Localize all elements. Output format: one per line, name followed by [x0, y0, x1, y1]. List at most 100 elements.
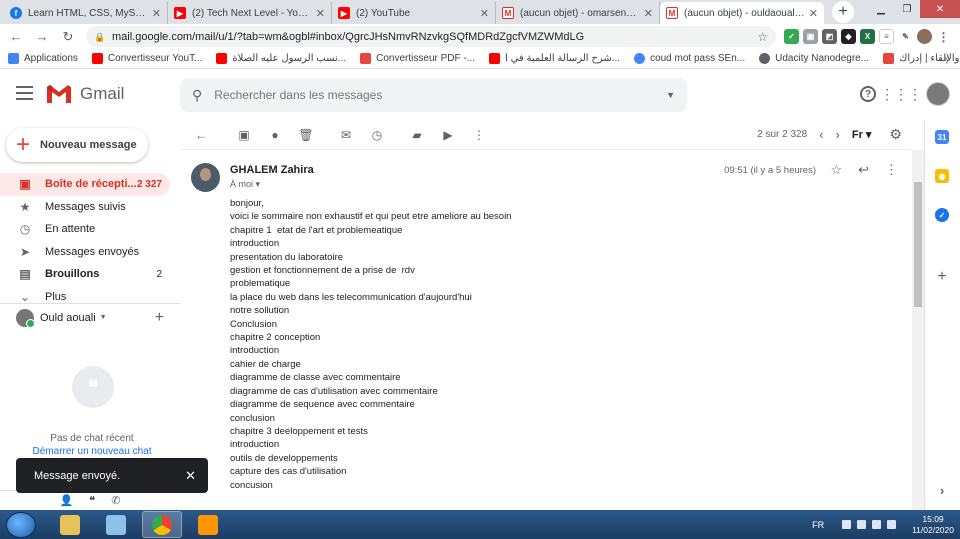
close-icon[interactable]: ✕	[809, 7, 818, 20]
profile-avatar[interactable]	[917, 29, 932, 44]
message-scrollbar[interactable]	[912, 150, 924, 510]
extension-icon[interactable]: ✓	[784, 29, 799, 44]
extension-icon[interactable]: ✎	[898, 29, 913, 44]
bookmark-item[interactable]: Udacity Nanodegre...	[759, 53, 869, 64]
report-spam-icon[interactable]: ●	[266, 126, 284, 144]
clock[interactable]: 15:09 11/02/2020	[912, 514, 954, 536]
extension-icon[interactable]: X	[860, 29, 875, 44]
maximize-icon[interactable]: ❐	[894, 0, 920, 18]
network-icon[interactable]	[857, 520, 867, 529]
bookmark-item[interactable]: نسب الرسول عليه الصلاة...	[216, 53, 346, 64]
bookmark-label: نسب الرسول عليه الصلاة...	[232, 53, 347, 64]
taskbar-chrome[interactable]	[142, 511, 182, 538]
start-button[interactable]	[6, 511, 36, 538]
flag-icon[interactable]	[842, 520, 852, 529]
hangouts-icon[interactable]: ❝	[89, 494, 95, 507]
extension-icon[interactable]: ◩	[822, 29, 837, 44]
bookmark-item[interactable]: Convertisseur PDF -...	[360, 53, 475, 64]
sidebar-item-starred[interactable]: ★ Messages suivis	[0, 196, 170, 219]
message-line: voici le sommaire non exhaustif et qui p…	[230, 211, 512, 223]
settings-gear-icon[interactable]: ⚙	[889, 126, 902, 143]
sender-name[interactable]: GHALEM Zahira	[230, 164, 314, 176]
star-icon[interactable]: ☆	[830, 162, 842, 178]
browser-tab-active[interactable]: M (aucun objet) - ouldaouali.aek@... ✕	[660, 2, 824, 24]
sidebar-item-drafts[interactable]: ▤ Brouillons 2	[0, 263, 170, 286]
reply-icon[interactable]: ↩	[858, 162, 869, 178]
hangouts-user[interactable]: Ould aouali ▼ +	[0, 303, 180, 331]
bookmark-item[interactable]: Convertisseur YouT...	[91, 53, 202, 64]
chevron-left-icon[interactable]: ‹	[819, 127, 823, 142]
main-menu-icon[interactable]	[16, 86, 33, 104]
taskbar-explorer[interactable]	[50, 511, 90, 538]
more-options-icon[interactable]: ⋮	[885, 162, 898, 178]
close-icon[interactable]: ✕	[316, 7, 325, 20]
reload-icon[interactable]: ↻	[58, 29, 78, 45]
browser-tab[interactable]: ▶ (2) Tech Next Level - YouTube ✕	[168, 2, 332, 24]
sidebar-item-snoozed[interactable]: ◷ En attente	[0, 218, 170, 241]
search-options-icon[interactable]: ▼	[666, 90, 675, 100]
bookmark-label: Applications	[24, 53, 78, 64]
bookmark-item[interactable]: شرح الرسالة العلمية في ا...	[489, 53, 620, 64]
search-input[interactable]	[214, 88, 667, 102]
search-icon[interactable]: ⚲	[192, 87, 202, 104]
move-to-icon[interactable]: ▰	[408, 126, 426, 144]
chevron-right-icon[interactable]: ›	[836, 127, 840, 142]
extension-icon[interactable]: ≡	[879, 29, 894, 44]
input-tools-language[interactable]: Fr ▾	[852, 128, 872, 141]
account-avatar[interactable]	[926, 82, 950, 106]
apps-grid-icon[interactable]: ⋮⋮⋮	[880, 83, 922, 105]
bookmarks-overflow-icon[interactable]: »	[944, 53, 950, 65]
window-close-icon[interactable]: ✕	[920, 0, 960, 18]
minimize-icon[interactable]: ▁	[868, 0, 894, 18]
extension-icon[interactable]: ▣	[803, 29, 818, 44]
sidebar-item-sent[interactable]: ➤ Messages envoyés	[0, 241, 170, 264]
tasks-icon[interactable]: ✓	[935, 208, 949, 222]
keyboard-language[interactable]: FR	[812, 520, 824, 530]
taskbar-media[interactable]	[96, 511, 136, 538]
bookmark-star-icon[interactable]: ☆	[757, 30, 768, 44]
address-bar[interactable]: 🔒 mail.google.com/mail/u/1/?tab=wm&ogbl#…	[86, 26, 776, 47]
recipient-toggle[interactable]: À moi ▾	[230, 179, 260, 190]
phone-icon[interactable]: ✆	[111, 494, 120, 507]
menu-icon[interactable]: ⋮	[936, 29, 951, 44]
browser-tab[interactable]: ▶ (2) YouTube ✕	[332, 2, 496, 24]
taskbar-sublime[interactable]	[188, 511, 228, 538]
delete-icon[interactable]: 🗑	[297, 126, 315, 144]
help-icon[interactable]: ?	[860, 86, 876, 102]
message-line: cahier de charge	[230, 358, 301, 370]
close-icon[interactable]: ✕	[644, 7, 653, 20]
calendar-icon[interactable]: 31	[935, 130, 949, 144]
add-addon-icon[interactable]: +	[935, 268, 949, 285]
person-icon[interactable]: 👤	[60, 494, 74, 507]
chevron-right-icon[interactable]: ›	[935, 483, 949, 498]
keep-icon[interactable]: ◉	[935, 169, 949, 183]
back-to-inbox-icon[interactable]: ←	[192, 126, 210, 144]
more-icon[interactable]: ⋮	[470, 126, 488, 144]
sender-avatar[interactable]	[191, 163, 220, 192]
close-icon[interactable]: ✕	[152, 7, 161, 20]
mark-unread-icon[interactable]: ✉	[337, 126, 355, 144]
back-icon[interactable]: ←	[6, 29, 26, 44]
label-icon[interactable]: ▶	[439, 126, 457, 144]
youtube-icon	[216, 53, 228, 64]
archive-icon[interactable]: ▣	[235, 126, 253, 144]
battery-icon[interactable]	[887, 520, 897, 529]
scrollbar-thumb[interactable]	[914, 182, 922, 307]
new-tab-button[interactable]: +	[832, 1, 854, 23]
compose-button[interactable]: + Nouveau message	[6, 128, 148, 162]
sidebar-item-inbox[interactable]: ▣ Boîte de récepti... 2 327	[0, 173, 170, 196]
gmail-logo[interactable]: Gmail	[46, 84, 124, 104]
search-bar[interactable]: ⚲ ▼	[180, 78, 687, 112]
extension-icon[interactable]: ◆	[841, 29, 856, 44]
volume-icon[interactable]	[872, 520, 882, 529]
bookmark-item[interactable]: Applications	[8, 53, 78, 64]
bookmark-item[interactable]: coud mot pass SEn...	[634, 53, 745, 64]
browser-tab[interactable]: M (aucun objet) - omarsen6@gma... ✕	[496, 2, 660, 24]
snooze-icon[interactable]: ◷	[368, 126, 386, 144]
browser-tab[interactable]: f Learn HTML, CSS, MySQL, PHP ... ✕	[4, 2, 168, 24]
forward-icon[interactable]: →	[32, 29, 52, 44]
add-contact-icon[interactable]: +	[155, 309, 164, 327]
close-icon[interactable]: ✕	[480, 7, 489, 20]
close-icon[interactable]: ✕	[185, 468, 196, 484]
start-chat-link[interactable]: Démarrer un nouveau chat	[0, 445, 184, 458]
